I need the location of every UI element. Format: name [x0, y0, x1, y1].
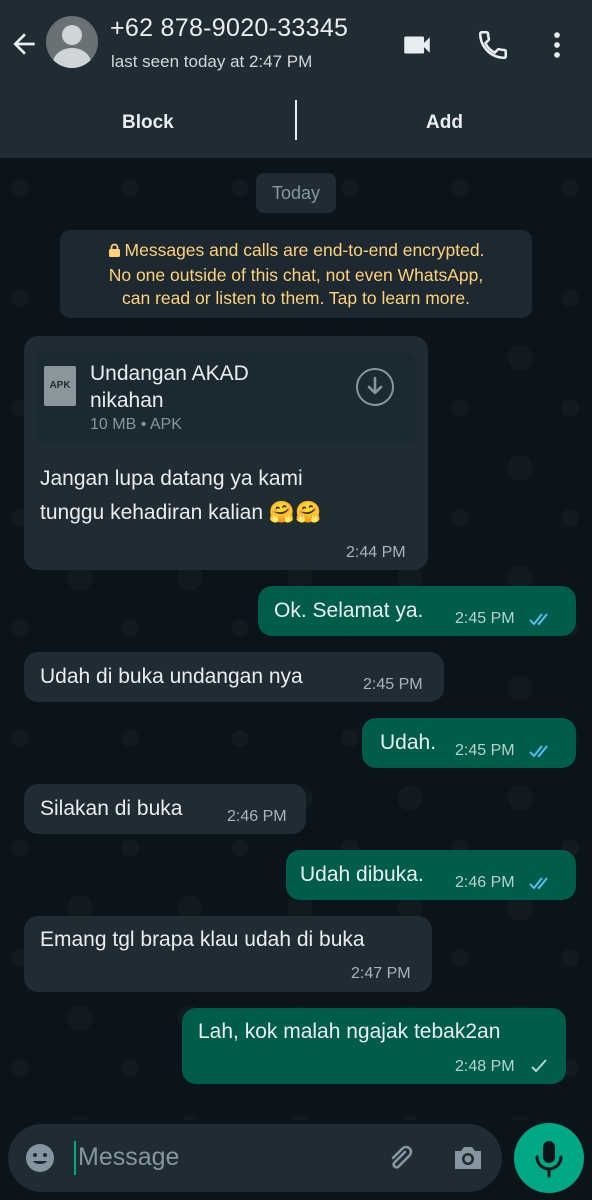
read-receipt-icon [529, 877, 548, 890]
message-text: Udah di buka undangan nya [40, 665, 303, 688]
read-receipt-icon [529, 745, 548, 758]
divider [295, 100, 297, 140]
add-contact-button[interactable]: Add [426, 112, 463, 134]
more-vert-icon[interactable] [540, 28, 574, 62]
message-time: 2:45 PM [363, 676, 423, 693]
apk-file-icon: APK [44, 366, 76, 406]
encryption-notice[interactable]: Messages and calls are end-to-end encryp… [60, 230, 532, 318]
read-receipt-icon [529, 613, 548, 626]
message-time: 2:46 PM [455, 874, 515, 891]
file-attachment[interactable]: APK Undangan AKAD nikahan 10 MB • APK [36, 352, 416, 444]
file-meta: 10 MB • APK [90, 416, 182, 433]
paperclip-icon[interactable] [383, 1140, 419, 1176]
mic-button[interactable] [514, 1123, 584, 1193]
arrow-left-icon[interactable] [8, 28, 40, 60]
block-button[interactable]: Block [122, 112, 174, 134]
contact-name[interactable]: +62 878-9020-33345 [110, 14, 348, 43]
video-call-icon[interactable] [400, 28, 434, 62]
message-text: Silakan di buka [40, 797, 183, 820]
encryption-line-2: No one outside of this chat, not even Wh… [108, 265, 484, 285]
text-cursor [74, 1141, 76, 1175]
message-time: 2:45 PM [455, 610, 515, 627]
chat-header: +62 878-9020-33345 last seen today at 2:… [0, 0, 592, 90]
camera-icon[interactable] [450, 1140, 486, 1176]
message-input[interactable]: Message [78, 1143, 179, 1172]
message-time: 2:46 PM [227, 808, 287, 825]
sent-receipt-icon [531, 1059, 547, 1073]
message-text: Lah, kok malah ngajak tebak2an [198, 1020, 501, 1043]
message-time: 2:47 PM [351, 965, 411, 982]
lock-icon [108, 241, 121, 264]
avatar[interactable] [46, 16, 98, 68]
phone-icon[interactable] [476, 28, 510, 62]
last-seen-status: last seen today at 2:47 PM [111, 52, 313, 71]
download-icon[interactable] [356, 368, 394, 406]
message-text: Jangan lupa datang ya kami tunggu kehadi… [40, 467, 322, 524]
message-time: 2:44 PM [346, 544, 406, 561]
message-time: 2:45 PM [455, 742, 515, 759]
file-name: Undangan AKAD nikahan [90, 362, 249, 412]
encryption-line-1: Messages and calls are end-to-end encryp… [124, 240, 485, 260]
mic-icon [535, 1141, 563, 1178]
unknown-contact-actions: Block Add [0, 90, 592, 158]
emoji-icon[interactable] [24, 1142, 56, 1174]
message-text: Emang tgl brapa klau udah di buka [40, 928, 365, 951]
message-text: Udah dibuka. [300, 863, 424, 886]
date-chip: Today [256, 173, 336, 213]
message-time: 2:48 PM [455, 1058, 515, 1075]
message-text: Udah. [380, 731, 437, 754]
message-text: Ok. Selamat ya. [274, 599, 424, 622]
encryption-line-3: can read or listen to them. Tap to learn… [122, 288, 470, 308]
